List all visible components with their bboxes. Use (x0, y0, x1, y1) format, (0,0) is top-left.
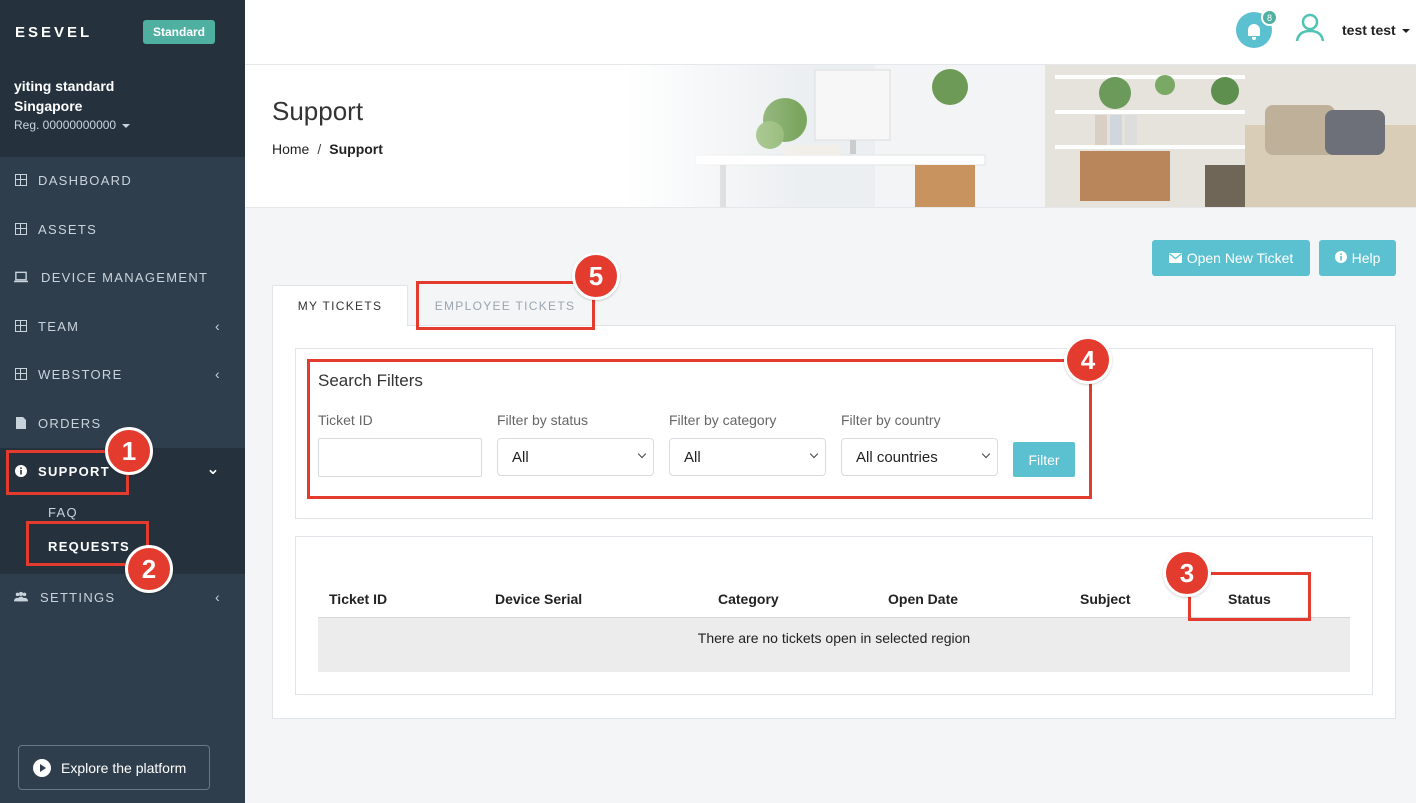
breadcrumb: Home / Support (272, 141, 383, 157)
chevron-left-icon: ‹ (215, 318, 221, 334)
chevron-down-icon: ⌄ (206, 461, 221, 478)
company-name-line2: Singapore (14, 98, 83, 114)
play-icon (33, 758, 51, 777)
column-header-category[interactable]: Category (718, 591, 779, 607)
annotation-number-1: 1 (105, 427, 153, 475)
sidebar-item-settings[interactable]: SETTINGS ‹ (0, 577, 245, 617)
explore-platform-button[interactable]: Explore the platform (18, 745, 210, 790)
open-new-ticket-button[interactable]: Open New Ticket (1152, 240, 1310, 276)
grid-icon (14, 173, 28, 187)
help-button[interactable]: Help (1319, 240, 1396, 276)
document-icon (14, 416, 28, 430)
column-header-open-date[interactable]: Open Date (888, 591, 958, 607)
company-name: yiting standard Singapore (14, 76, 114, 116)
info-icon (1334, 250, 1347, 266)
user-menu[interactable]: test test (1342, 22, 1410, 38)
plan-badge: Standard (143, 20, 216, 44)
sidebar-item-team[interactable]: TEAM ‹ (0, 306, 245, 346)
top-bar: 8 test test (245, 0, 1416, 65)
user-avatar-icon[interactable] (1295, 12, 1325, 42)
registration-number: Reg. 00000000000 (14, 118, 117, 132)
annotation-number-3: 3 (1163, 549, 1211, 597)
open-new-ticket-label: Open New Ticket (1186, 250, 1294, 266)
notification-count-badge: 8 (1261, 9, 1278, 26)
chevron-left-icon: ‹ (215, 366, 221, 382)
registration-selector[interactable]: Reg. 00000000000 (14, 118, 131, 132)
grid-icon (14, 222, 28, 236)
breadcrumb-separator: / (317, 141, 322, 157)
sidebar-item-label: DASHBOARD (38, 172, 133, 188)
annotation-number-4: 4 (1064, 336, 1112, 384)
bell-icon (1248, 24, 1260, 40)
grid-icon (14, 367, 28, 381)
column-header-subject[interactable]: Subject (1080, 591, 1131, 607)
caret-down-icon (122, 123, 131, 128)
envelope-icon (1168, 251, 1182, 266)
office-banner-illustration (625, 65, 1416, 207)
sidebar-item-dashboard[interactable]: DASHBOARD (0, 160, 245, 200)
table-empty-message: There are no tickets open in selected re… (697, 630, 971, 646)
sidebar-header: ESEVEL Standard yiting standard Singapor… (0, 0, 245, 157)
help-label: Help (1351, 250, 1381, 266)
laptop-icon (14, 270, 28, 284)
annotation-number-2: 2 (125, 545, 173, 593)
user-name: test test (1342, 22, 1396, 38)
explore-platform-label: Explore the platform (61, 759, 187, 776)
tab-my-tickets[interactable]: MY TICKETS (272, 285, 408, 326)
breadcrumb-home[interactable]: Home (272, 141, 309, 157)
column-header-device-serial[interactable]: Device Serial (495, 591, 582, 607)
company-name-line1: yiting standard (14, 78, 115, 94)
sidebar-item-webstore[interactable]: WEBSTORE ‹ (0, 354, 245, 394)
caret-down-icon (1401, 29, 1410, 34)
breadcrumb-current: Support (329, 141, 383, 157)
page-hero: Support Home / Support (245, 65, 1416, 208)
sidebar-item-label: TEAM (38, 318, 80, 334)
sidebar-item-label: DEVICE MANAGEMENT (41, 269, 209, 285)
users-icon (14, 590, 28, 604)
grid-icon (14, 319, 28, 333)
sidebar-item-device-management[interactable]: DEVICE MANAGEMENT (0, 257, 245, 297)
column-header-ticket-id[interactable]: Ticket ID (329, 591, 387, 607)
page-title: Support (272, 96, 364, 126)
sidebar-item-label: SETTINGS (40, 589, 116, 605)
annotation-number-5: 5 (572, 252, 620, 300)
sidebar: ESEVEL Standard yiting standard Singapor… (0, 0, 245, 803)
annotation-highlight-search-filters (307, 359, 1092, 499)
sidebar-item-assets[interactable]: ASSETS (0, 209, 245, 249)
sidebar-item-label: ASSETS (38, 221, 98, 237)
logo[interactable]: ESEVEL (15, 24, 92, 41)
chevron-left-icon: ‹ (215, 589, 221, 605)
sidebar-item-label: ORDERS (38, 415, 102, 431)
sidebar-item-label: WEBSTORE (38, 366, 123, 382)
sidebar-subitem-faq[interactable]: FAQ (48, 505, 78, 520)
annotation-highlight-employee-tickets (416, 281, 595, 330)
